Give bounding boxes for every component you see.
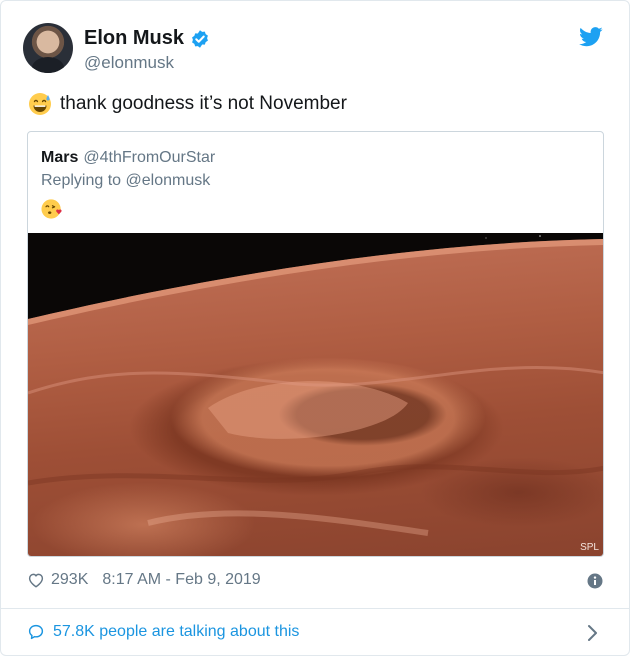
tweet-card: Elon Musk @elonmusk thank goodness it’s … xyxy=(0,0,630,656)
talking-count[interactable]: 57.8K people are talking about this xyxy=(53,623,299,641)
speech-bubble-icon xyxy=(28,624,44,640)
author-name-row[interactable]: Elon Musk xyxy=(84,27,210,50)
quoted-tweet[interactable]: Mars @4thFromOurStar Replying to @elonmus… xyxy=(27,131,604,557)
mars-surface-image[interactable]: SPL xyxy=(28,233,603,556)
replying-to: Replying to @elonmusk xyxy=(41,172,211,189)
mars-horizon-graphic xyxy=(28,233,603,536)
kiss-face-emoji-icon xyxy=(41,199,62,219)
quoted-header: Mars @4thFromOurStar xyxy=(41,149,215,167)
conversation-link[interactable]: 57.8K people are talking about this xyxy=(27,623,299,641)
verified-badge-icon xyxy=(192,29,208,48)
quoted-author-name: Mars xyxy=(41,149,79,166)
timestamp[interactable]: 8:17 AM - Feb 9, 2019 xyxy=(102,571,260,589)
author-handle[interactable]: @elonmusk xyxy=(84,53,174,73)
image-credit: SPL xyxy=(580,542,599,553)
quoted-author-handle: @4thFromOurStar xyxy=(83,149,216,166)
tweet-body: thank goodness it’s not November xyxy=(60,93,347,114)
grinning-sweat-emoji-icon xyxy=(29,93,51,115)
divider xyxy=(1,608,629,609)
info-icon[interactable] xyxy=(587,573,603,589)
tweet-text: thank goodness it’s not November xyxy=(28,92,347,116)
chevron-right-icon[interactable] xyxy=(587,624,599,642)
like-count[interactable]: 293K xyxy=(51,571,88,589)
twitter-bird-icon[interactable] xyxy=(579,27,603,47)
heart-icon[interactable] xyxy=(27,571,45,589)
tweet-meta: 293K 8:17 AM - Feb 9, 2019 xyxy=(27,571,261,589)
author-avatar[interactable] xyxy=(23,23,73,73)
author-name[interactable]: Elon Musk xyxy=(84,27,184,50)
